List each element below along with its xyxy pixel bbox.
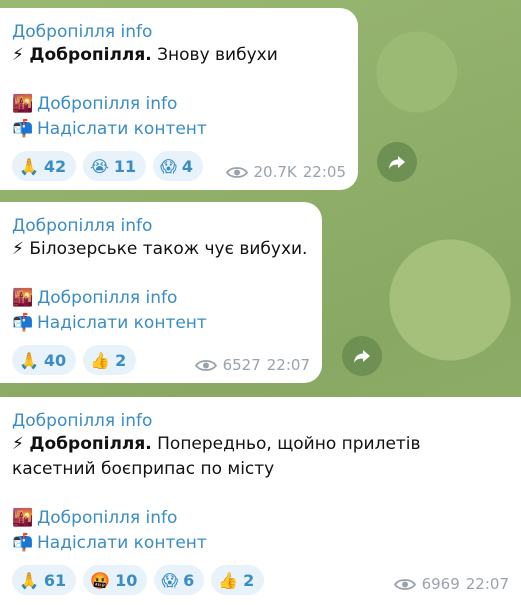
message-bubble: Добропілля info ⚡ Добропілля. Попередньо… — [0, 397, 521, 607]
channel-link[interactable]: 🌇 Добропілля info — [12, 506, 509, 531]
message-bubble: Добропілля info ⚡ Білозерське також чує … — [0, 202, 322, 383]
pray-icon: 🙏 — [19, 570, 39, 590]
reaction-pray[interactable]: 🙏 42 — [12, 151, 77, 181]
forward-icon — [354, 350, 370, 363]
forward-icon — [389, 156, 405, 169]
channel-name[interactable]: Добропілля info — [12, 21, 346, 43]
channel-link[interactable]: 🌇 Добропілля info — [12, 286, 310, 311]
message-bubble: Добропілля info ⚡ Добропілля. Знову вибу… — [0, 8, 358, 190]
reaction-pray[interactable]: 🙏 40 — [12, 345, 77, 375]
crying-icon: 😭 — [90, 156, 109, 176]
eye-icon — [225, 166, 248, 178]
timestamp: 22:05 — [302, 163, 346, 181]
thumbs-up-icon: 👍 — [90, 350, 111, 370]
lightning-icon: ⚡ — [12, 434, 24, 454]
forward-button[interactable] — [377, 142, 417, 182]
reaction-thumbs-up[interactable]: 👍 2 — [83, 345, 137, 375]
reaction-scream[interactable]: 😱 6 — [154, 565, 205, 595]
forward-button[interactable] — [342, 336, 382, 376]
message-meta: 6527 22:07 — [194, 356, 310, 374]
angry-icon: 🤬 — [90, 570, 111, 590]
sunset-icon: 🌇 — [12, 288, 34, 308]
view-count: 20.7K — [253, 163, 297, 181]
channel-link[interactable]: 🌇 Добропілля info — [12, 92, 346, 117]
eye-icon — [393, 578, 416, 590]
pray-icon: 🙏 — [19, 156, 39, 176]
reaction-thumbs-up[interactable]: 👍 2 — [211, 565, 265, 595]
view-count: 6969 — [421, 575, 460, 593]
reaction-crying[interactable]: 😭 11 — [83, 151, 147, 181]
submit-content-link[interactable]: 📬 Надіслати контент — [12, 311, 310, 336]
message-meta: 6969 22:07 — [393, 575, 509, 593]
thumbs-up-icon: 👍 — [218, 570, 239, 590]
lightning-icon: ⚡ — [12, 45, 24, 65]
message-text: ⚡ Добропілля. Попередньо, щойно прилетів… — [12, 434, 421, 479]
submit-content-link[interactable]: 📬 Надіслати контент — [12, 117, 346, 142]
reaction-angry[interactable]: 🤬 10 — [83, 565, 148, 595]
submit-content-link[interactable]: 📬 Надіслати контент — [12, 531, 509, 556]
eye-icon — [194, 359, 217, 371]
message-meta: 20.7K 22:05 — [225, 163, 346, 181]
channel-name[interactable]: Добропілля info — [12, 215, 310, 237]
view-count: 6527 — [222, 356, 261, 374]
channel-name[interactable]: Добропілля info — [12, 410, 509, 432]
timestamp: 22:07 — [465, 575, 509, 593]
mailbox-icon: 📬 — [12, 313, 34, 333]
reaction-pray[interactable]: 🙏 61 — [12, 565, 77, 595]
message-text: ⚡ Добропілля. Знову вибухи — [12, 45, 278, 65]
pray-icon: 🙏 — [19, 350, 39, 370]
timestamp: 22:07 — [266, 356, 310, 374]
sunset-icon: 🌇 — [12, 508, 34, 528]
scream-icon: 😱 — [161, 570, 179, 590]
scream-icon: 😱 — [160, 156, 177, 176]
mailbox-icon: 📬 — [12, 119, 34, 139]
reaction-scream[interactable]: 😱 4 — [153, 151, 203, 181]
mailbox-icon: 📬 — [12, 533, 34, 553]
lightning-icon: ⚡ — [12, 239, 24, 259]
sunset-icon: 🌇 — [12, 94, 34, 114]
message-text: ⚡ Білозерське також чує вибухи. — [12, 239, 308, 259]
